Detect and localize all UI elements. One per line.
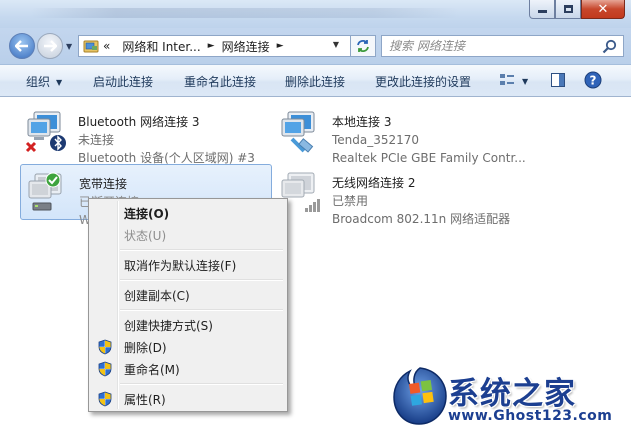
view-controls: ▼ ? [498,71,602,92]
connection-status: Tenda_352170 [332,133,420,147]
minimize-button[interactable] [529,0,555,19]
change-view-button[interactable] [498,72,516,91]
connection-item-wireless-2[interactable]: 无线网络连接 2 已禁用 Broadcom 802.11n 网络适配器 [274,164,524,226]
connection-name: 无线网络连接 2 [332,176,416,190]
minimize-icon [537,10,547,13]
search-icon[interactable] [602,39,617,57]
breadcrumb-overflow[interactable]: « [103,39,110,53]
menu-item-create-copy[interactable]: 创建副本(C) [91,284,285,306]
uac-shield-icon [97,391,113,407]
watermark-url: www.Ghost123.com [448,408,613,424]
windows-orb-icon [393,367,447,425]
close-icon: ✕ [597,1,609,17]
menu-item-rename[interactable]: 重命名(M) [91,358,285,380]
search-box [381,35,624,57]
svg-text:?: ? [590,74,597,88]
search-input[interactable] [389,39,589,53]
organize-label: 组织 [26,75,51,89]
breadcrumb: « 网络和 Inter... ► 网络连接 ► [103,38,291,55]
menu-item-label: 删除(D) [124,340,167,355]
recent-pages-dropdown[interactable]: ▼ [66,42,72,51]
ethernet-network-icon [278,109,322,153]
start-connection-button[interactable]: 启动此连接 [93,73,153,90]
blurred-title-text [30,8,460,18]
watermark-title: 系统之家 [448,376,576,412]
menu-separator [120,279,283,281]
address-row: ▼ « 网络和 Inter... ► 网络连接 ► ▼ [0,28,631,64]
menu-separator [120,383,283,385]
breadcrumb-item[interactable]: 网络和 Inter... [122,38,200,55]
broadband-network-icon [25,171,69,215]
menu-separator [120,249,283,251]
menu-item-label: 属性(R) [124,392,166,407]
menu-item-status[interactable]: 状态(U) [91,224,285,246]
maximize-button[interactable] [555,0,581,19]
connection-status: 已禁用 [332,194,369,208]
uac-shield-icon [97,361,113,377]
window-title-bar: ✕ [0,0,631,28]
help-button[interactable]: ? [584,71,602,92]
connection-name: Bluetooth 网络连接 3 [78,115,200,129]
forward-button[interactable] [37,33,63,59]
refresh-icon [357,40,369,52]
view-tiles-icon [500,74,514,85]
menu-item-properties[interactable]: 属性(R) [91,388,285,410]
menu-item-delete[interactable]: 删除(D) [91,336,285,358]
context-menu: 连接(O) 状态(U) 取消作为默认连接(F) 创建副本(C) 创建快捷方式(S… [88,198,288,412]
uac-shield-icon [97,339,113,355]
close-button[interactable]: ✕ [581,0,625,19]
delete-connection-button[interactable]: 删除此连接 [285,73,345,90]
help-icon: ? [584,71,602,89]
menu-separator [120,309,283,311]
command-bar: 组织 ▼ 启动此连接 重命名此连接 删除此连接 更改此连接的设置 ▼ ? [0,64,631,97]
connection-name: 宽带连接 [79,177,128,191]
chevron-right-icon[interactable]: ► [277,41,284,51]
caption-buttons: ✕ [529,0,625,20]
menu-item-create-shortcut[interactable]: 创建快捷方式(S) [91,314,285,336]
watermark-logo: 系统之家 www.Ghost123.com [392,364,624,430]
connection-item-local-3[interactable]: 本地连接 3 Tenda_352170 Realtek PCIe GBE Fam… [274,103,526,165]
menu-item-connect[interactable]: 连接(O) [91,202,285,224]
menu-item-label: 重命名(M) [124,362,180,377]
maximize-icon [563,5,573,13]
network-folder-icon [83,39,99,53]
connection-item-bluetooth[interactable]: Bluetooth 网络连接 3 未连接 Bluetooth 设备(个人区域网)… [20,103,270,165]
breadcrumb-item[interactable]: 网络连接 [222,38,270,55]
rename-connection-button[interactable]: 重命名此连接 [184,73,256,90]
bluetooth-network-icon [24,109,68,153]
address-bar[interactable]: « 网络和 Inter... ► 网络连接 ► ▼ [78,35,376,57]
refresh-button[interactable] [350,35,376,57]
arrow-right-icon [44,40,57,52]
connection-status: 未连接 [78,133,115,147]
arrow-left-icon [15,40,28,52]
connection-device: Broadcom 802.11n 网络适配器 [332,212,511,226]
change-settings-button[interactable]: 更改此连接的设置 [375,73,471,90]
preview-pane-icon [551,73,566,87]
chevron-right-icon[interactable]: ► [208,41,215,51]
organize-menu[interactable]: 组织 ▼ [26,73,62,90]
back-button[interactable] [9,33,35,59]
connection-name: 本地连接 3 [332,115,392,129]
preview-pane-button[interactable] [550,72,566,91]
address-dropdown-icon[interactable]: ▼ [333,40,339,49]
menu-item-cancel-default[interactable]: 取消作为默认连接(F) [91,254,285,276]
dropdown-caret-icon: ▼ [56,78,63,87]
view-dropdown-icon[interactable]: ▼ [522,77,528,86]
